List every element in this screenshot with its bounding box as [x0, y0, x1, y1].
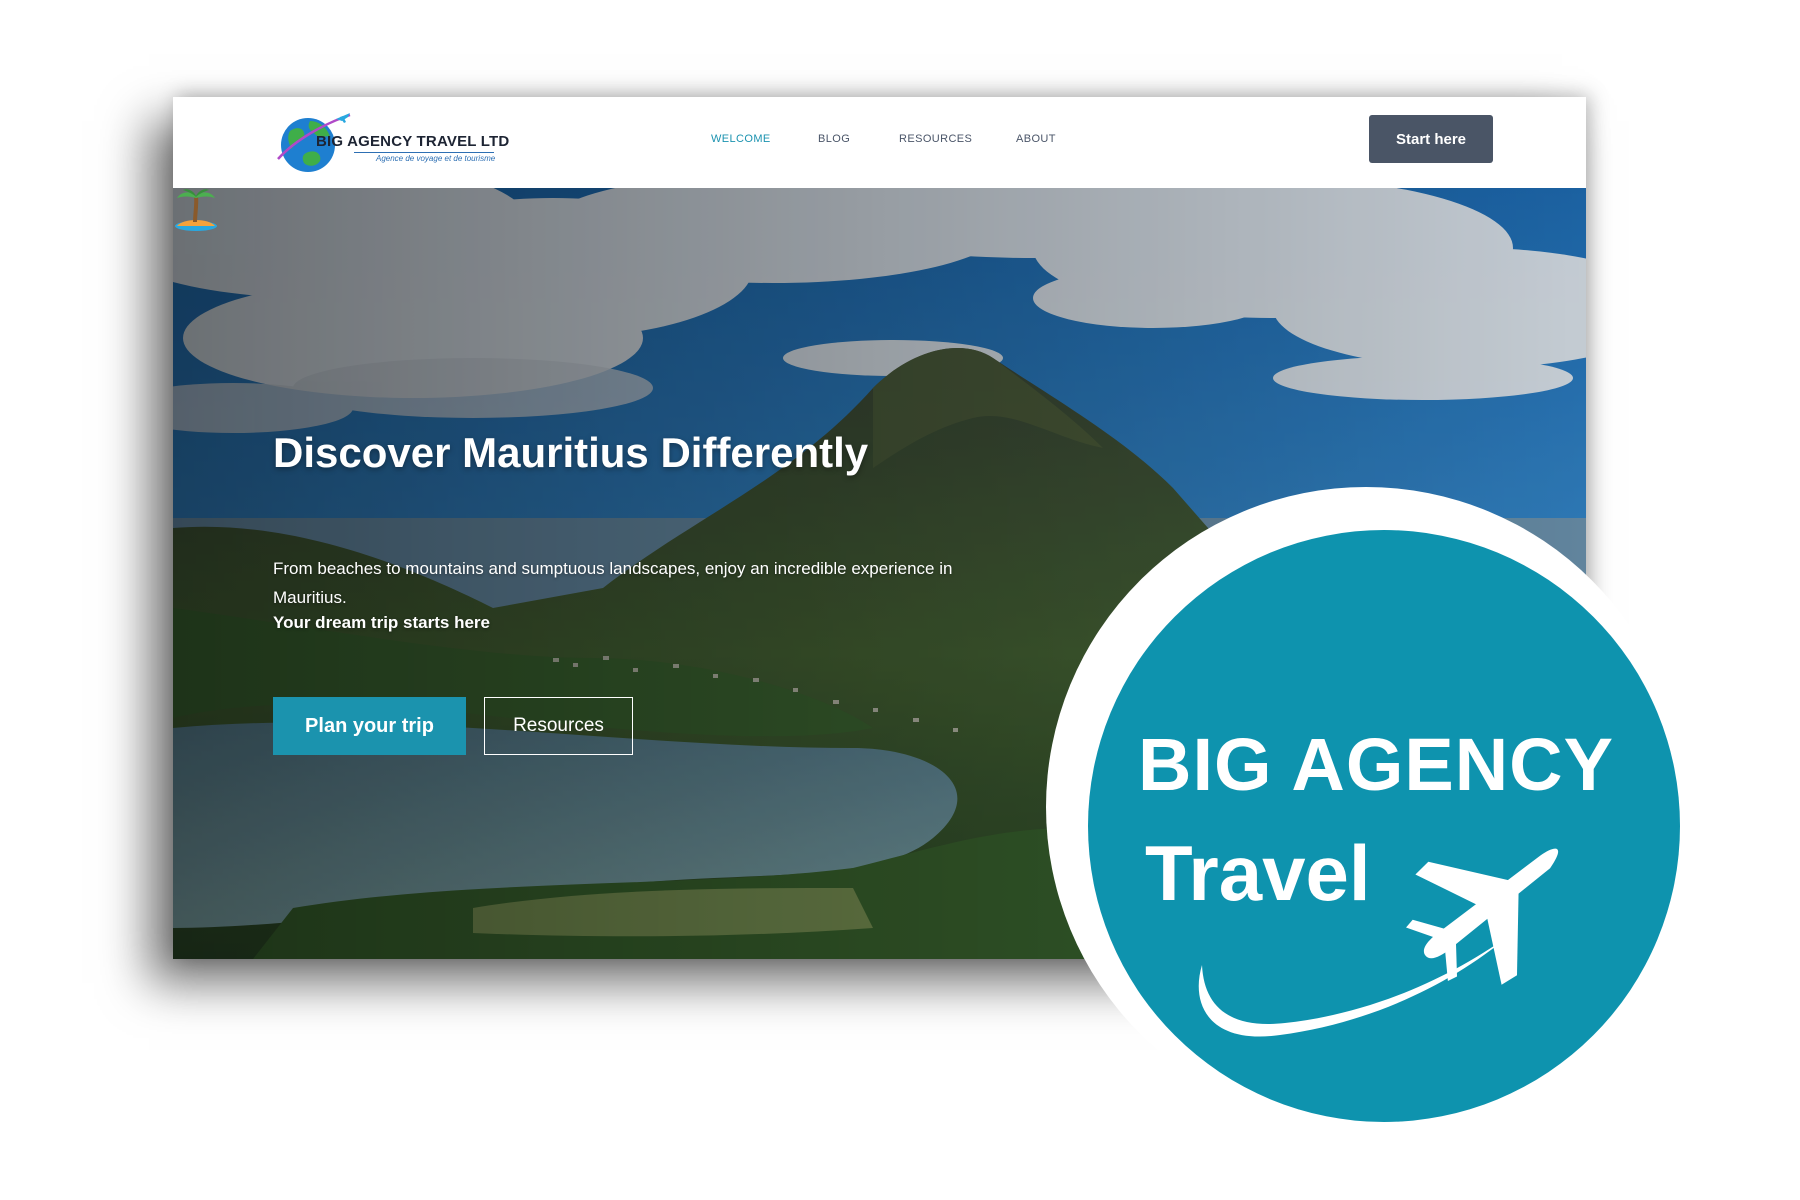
nav-blog[interactable]: BLOG	[818, 133, 850, 145]
start-here-button[interactable]: Start here	[1369, 115, 1493, 163]
site-logo[interactable]: BIG AGENCY TRAVEL LTD Agence de voyage e…	[276, 109, 510, 175]
logo-name: BIG AGENCY TRAVEL LTD	[316, 133, 510, 150]
site-header: BIG AGENCY TRAVEL LTD Agence de voyage e…	[173, 97, 1586, 188]
desert-island-icon	[175, 189, 217, 231]
hero-tagline: Your dream trip starts here	[273, 613, 490, 632]
logo-divider	[354, 152, 494, 153]
resources-button[interactable]: Resources	[484, 697, 633, 755]
nav-welcome[interactable]: WELCOME	[711, 133, 771, 145]
plan-your-trip-button[interactable]: Plan your trip	[273, 697, 466, 755]
nav-resources[interactable]: RESOURCES	[899, 133, 972, 145]
logo-tagline: Agence de voyage et de tourisme	[376, 154, 496, 163]
airplane-swoosh-icon	[1198, 848, 1559, 1037]
nav-about[interactable]: ABOUT	[1016, 133, 1056, 145]
badge-title: BIG AGENCY	[1138, 723, 1614, 806]
airplane-icon	[1406, 848, 1559, 985]
hero-description: From beaches to mountains and sumptuous …	[273, 559, 953, 607]
hero-title: Discover Mauritius Differently	[273, 429, 869, 476]
